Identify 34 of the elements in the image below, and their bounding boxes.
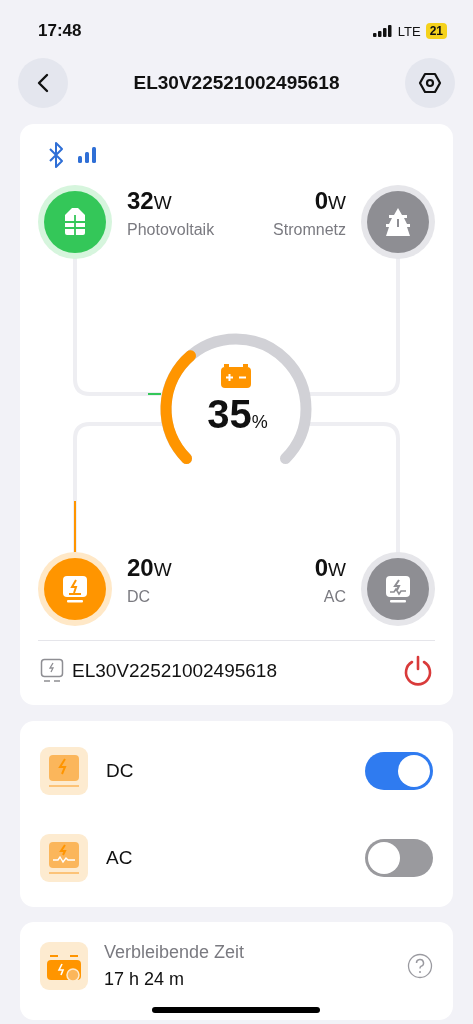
device-title: EL30V22521002495618 — [133, 72, 340, 94]
source-label: DC — [127, 588, 152, 606]
settings-icon — [418, 71, 442, 95]
back-button[interactable] — [18, 58, 68, 108]
signal-strength-icon — [78, 147, 98, 163]
output-icon — [40, 833, 88, 882]
power-value: 32W — [127, 187, 173, 215]
battery-percentage: 35% — [206, 392, 269, 437]
help-button[interactable] — [407, 953, 433, 979]
power-value: 0W — [314, 187, 346, 215]
battery-clock-icon — [40, 942, 88, 990]
battery-indicator: 21 — [425, 23, 447, 39]
power-value: 20W — [127, 554, 172, 582]
source-label: Stromnetz — [273, 221, 346, 239]
source-label: AC — [323, 588, 346, 606]
back-icon — [36, 73, 50, 93]
network-label: LTE — [397, 23, 421, 39]
remaining-label: Verbleibende Zeit — [104, 942, 246, 963]
output-label: AC — [106, 846, 134, 869]
output-toggle[interactable] — [365, 751, 433, 790]
device-name: EL30V22521002495618 — [72, 660, 278, 682]
power-button[interactable] — [403, 655, 433, 687]
output-icon — [40, 746, 88, 795]
signal-icon — [372, 25, 393, 37]
settings-button[interactable] — [405, 58, 455, 108]
device-icon — [40, 658, 64, 684]
bluetooth-icon — [48, 141, 64, 169]
battery-icon — [221, 364, 251, 388]
output-toggle[interactable] — [365, 838, 433, 877]
source-label: Photovoltaik — [127, 221, 215, 239]
power-value: 0W — [314, 554, 346, 582]
remaining-value: 17 h 24 m — [104, 969, 186, 990]
status-time: 17:48 — [38, 21, 82, 41]
output-label: DC — [106, 759, 135, 782]
